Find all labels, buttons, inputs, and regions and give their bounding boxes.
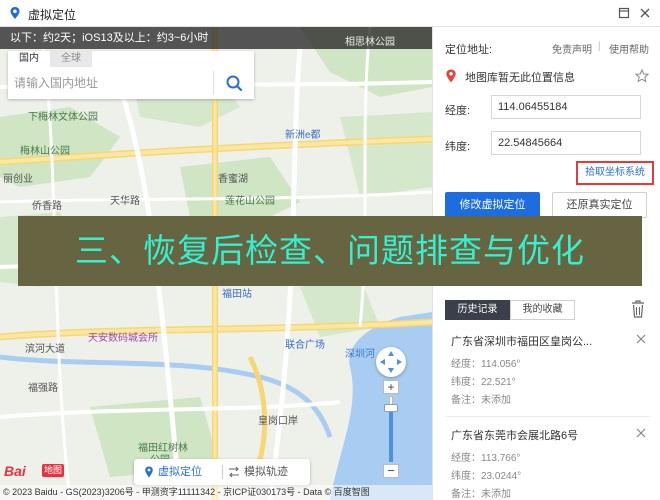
history-item-note: 备注：未添加 — [451, 489, 511, 500]
help-link[interactable]: 使用帮助 — [609, 41, 649, 56]
overlay-banner: 三、恢复后检查、问题排查与优化 — [18, 216, 642, 286]
longitude-input[interactable] — [491, 95, 641, 119]
window-title: 虚拟定位 — [28, 8, 77, 22]
banner-text: 三、恢复后检查、问题排查与优化 — [75, 231, 585, 270]
history-item-note: 备注：未添加 — [451, 395, 511, 406]
map-label: 联合广场 — [285, 340, 325, 351]
route-icon — [229, 467, 239, 477]
simulate-track-mode-label: 模拟轨迹 — [244, 466, 288, 478]
map-label: 深圳河 — [345, 349, 375, 360]
restore-icon — [618, 7, 630, 19]
zoom-control: + − — [383, 380, 399, 480]
close-icon[interactable] — [635, 333, 647, 345]
title-bar: 虚拟定位 — [0, 0, 660, 27]
modify-virtual-location-button[interactable]: 修改虚拟定位 — [445, 192, 540, 218]
history-item-latitude: 纬度：22.521° — [451, 377, 516, 388]
map-label: 天安数码城会所 — [88, 333, 158, 344]
search-divider — [213, 71, 214, 95]
map-label: 侨香路 — [32, 201, 62, 212]
map-label: 香蜜湖 — [218, 174, 248, 185]
location-pin-icon — [145, 466, 153, 478]
virtual-location-mode-button[interactable]: 虚拟定位 — [142, 459, 202, 485]
map-label: 天华路 — [110, 196, 140, 207]
search-button[interactable] — [220, 71, 248, 95]
map-copyright: © 2023 Baidu - GS(2023)3206号 - 甲测资字11111… — [0, 485, 432, 500]
close-icon — [640, 8, 650, 18]
history-item-longitude: 经度：114.056° — [451, 359, 521, 370]
baidu-map-logo: Bai 地图 — [4, 461, 64, 481]
map-label: 莲花山公园 — [225, 196, 275, 207]
zoom-out-button[interactable]: − — [383, 464, 399, 478]
mode-separator — [222, 465, 223, 479]
tab-history[interactable]: 历史记录 — [445, 300, 510, 320]
zoom-slider-fill — [389, 410, 393, 462]
map-label: 梅林山公园 — [20, 146, 70, 157]
map-label: 下梅林文体公园 — [28, 112, 98, 123]
compass-icon — [380, 351, 402, 373]
star-icon[interactable] — [635, 69, 649, 83]
map-label: 新洲e都 — [285, 130, 321, 141]
logo-text: Bai — [4, 463, 26, 479]
trash-icon[interactable] — [631, 300, 645, 318]
longitude-label: 经度: — [445, 105, 471, 117]
location-info-row: 地图库暂无此位置信息 — [445, 67, 651, 85]
map-label: 皇岗口岸 — [258, 416, 298, 427]
pick-coordinate-button[interactable]: 拾取坐标系统 — [576, 161, 654, 185]
history-item[interactable]: 广东省东莞市会展北路6号 经度：113.766° 纬度：23.0244° 备注：… — [445, 423, 651, 500]
virtual-location-mode-label: 虚拟定位 — [158, 466, 202, 478]
location-address-label: 定位地址: — [445, 44, 493, 56]
history-item-title: 广东省深圳市福田区皇岗公... — [451, 336, 593, 348]
latitude-label: 纬度: — [445, 141, 471, 153]
tab-domestic[interactable]: 国内 — [8, 51, 50, 67]
map-label: 福强路 — [28, 383, 58, 394]
map-compass[interactable] — [376, 347, 406, 377]
simulate-track-mode-button[interactable]: 模拟轨迹 — [228, 459, 288, 485]
map-pin-icon — [10, 7, 20, 19]
history-item-longitude: 经度：113.766° — [451, 453, 521, 464]
search-icon — [226, 75, 243, 92]
restore-button[interactable] — [615, 4, 633, 22]
map-label: 福田站 — [222, 289, 252, 300]
map-label: 相思林公园 — [345, 37, 395, 48]
tab-favorites[interactable]: 我的收藏 — [510, 300, 575, 320]
restore-real-location-button[interactable]: 还原真实定位 — [552, 192, 647, 218]
address-search-input[interactable] — [14, 71, 210, 95]
location-info-text: 地图库暂无此位置信息 — [465, 72, 575, 84]
history-item-title: 广东省东莞市会展北路6号 — [451, 430, 579, 442]
zoom-in-button[interactable]: + — [383, 380, 399, 394]
history-tabs: 历史记录 我的收藏 — [445, 300, 575, 320]
map-label: 丽创业 — [3, 174, 33, 185]
map-search-box: 国内 全球 — [8, 51, 254, 99]
logo-sub: 地图 — [42, 464, 64, 477]
map-label: 滨河大道 — [25, 344, 65, 355]
latitude-input[interactable] — [491, 131, 641, 155]
history-item-latitude: 纬度：23.0244° — [451, 471, 522, 482]
close-button[interactable] — [636, 4, 654, 22]
location-pin-icon — [446, 69, 456, 83]
close-icon[interactable] — [635, 427, 647, 439]
disclaimer-link[interactable]: 免责声明 — [552, 41, 592, 56]
mode-bar: 虚拟定位 模拟轨迹 — [134, 459, 310, 485]
zoom-slider-handle[interactable] — [384, 404, 398, 412]
link-separator: | — [598, 41, 601, 52]
history-item[interactable]: 广东省深圳市福田区皇岗公... 经度：114.056° 纬度：22.521° 备… — [445, 329, 651, 417]
tab-global[interactable]: 全球 — [50, 51, 92, 67]
